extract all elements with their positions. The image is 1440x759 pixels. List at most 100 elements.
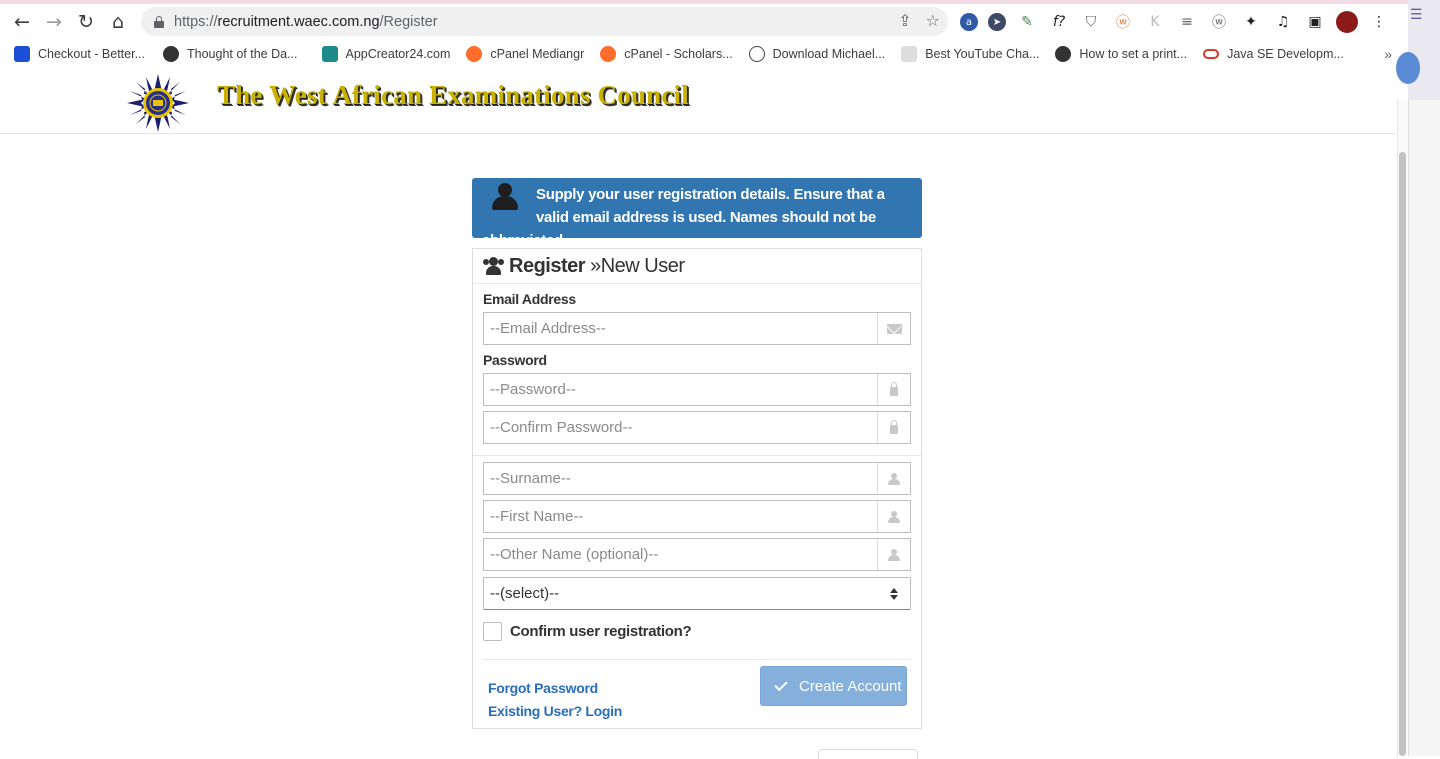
confirm-checkbox[interactable] bbox=[483, 622, 502, 641]
extension-wp-orange-icon[interactable]: ⓦ bbox=[1112, 11, 1134, 33]
bookmark-item[interactable]: Thought of the Da... bbox=[163, 46, 298, 62]
panel-header: Register »New User bbox=[473, 249, 921, 284]
user-icon bbox=[888, 548, 900, 561]
side-panel-menu-icon[interactable]: ☰ bbox=[1410, 6, 1423, 23]
scrollbar-thumb[interactable] bbox=[1399, 152, 1406, 756]
other-name-addon bbox=[877, 539, 910, 570]
extension-lines-icon[interactable]: ≡ bbox=[1176, 11, 1198, 33]
notice-text: Supply your user registration details. E… bbox=[482, 186, 885, 249]
register-panel: Register »New User Email Address Passwor… bbox=[472, 248, 922, 729]
password-addon bbox=[877, 374, 910, 405]
other-name-field[interactable] bbox=[484, 539, 877, 570]
confirm-password-field-wrapper bbox=[483, 411, 911, 444]
email-label: Email Address bbox=[483, 291, 576, 307]
bookmark-item[interactable]: Checkout - Better... bbox=[14, 46, 145, 62]
footer-divider bbox=[483, 659, 911, 660]
extension-k-icon[interactable]: K bbox=[1144, 11, 1166, 33]
bookmark-item[interactable]: cPanel - Scholars... bbox=[600, 46, 733, 62]
side-panel bbox=[1408, 100, 1440, 756]
password-field-wrapper bbox=[483, 373, 911, 406]
extensions-bar: a ➤ ✎ f? ⛉ ⓦ K ≡ ⓦ ✦ ♫ ▣ ⋮ bbox=[960, 8, 1390, 36]
site-header: The West African Examinations Council bbox=[0, 72, 1395, 134]
confirm-label[interactable]: Confirm user registration? bbox=[510, 623, 692, 640]
lock-icon bbox=[890, 382, 898, 396]
extensions-puzzle-icon[interactable]: ✦ bbox=[1240, 11, 1262, 33]
registration-notice: Supply your user registration details. E… bbox=[472, 178, 922, 249]
extension-fx-icon[interactable]: f? bbox=[1048, 11, 1070, 33]
surname-field[interactable] bbox=[484, 463, 877, 494]
section-divider bbox=[473, 455, 921, 456]
existing-user-login-link[interactable]: Existing User? Login bbox=[488, 700, 622, 723]
share-icon[interactable]: ⇪ bbox=[898, 11, 911, 30]
forward-arrow-icon[interactable]: → bbox=[38, 6, 70, 38]
other-name-field-wrapper bbox=[483, 538, 911, 571]
bookmark-favicon bbox=[1203, 49, 1220, 59]
bookmark-star-icon[interactable]: ☆ bbox=[926, 11, 940, 30]
profile-avatar[interactable] bbox=[1336, 11, 1358, 33]
media-control-icon[interactable]: ♫ bbox=[1272, 11, 1294, 33]
bookmark-favicon bbox=[600, 46, 617, 62]
title-select[interactable]: --(select)-- bbox=[483, 577, 911, 610]
bookmarks-overflow-icon[interactable]: » bbox=[1384, 46, 1392, 62]
site-title: The West African Examinations Council bbox=[217, 80, 689, 110]
bookmarks-bar: Checkout - Better... Thought of the Da..… bbox=[0, 40, 1408, 68]
browser-menu-icon[interactable]: ⋮ bbox=[1368, 11, 1390, 33]
bookmark-item[interactable]: Java SE Developm... bbox=[1203, 47, 1344, 61]
side-panel-icon[interactable]: ▣ bbox=[1304, 11, 1326, 33]
waec-logo bbox=[127, 74, 189, 132]
user-silhouette-icon bbox=[490, 183, 522, 211]
select-value: --(select)-- bbox=[490, 585, 560, 602]
extension-a-icon[interactable]: a bbox=[960, 13, 978, 31]
bookmark-favicon bbox=[1055, 46, 1072, 62]
select-arrows-icon bbox=[890, 588, 898, 601]
surname-addon bbox=[877, 463, 910, 494]
bookmark-favicon bbox=[901, 46, 918, 62]
user-icon bbox=[888, 472, 900, 485]
bookmark-favicon bbox=[466, 46, 483, 62]
extension-pen-icon[interactable]: ✎ bbox=[1016, 11, 1038, 33]
url-text[interactable]: https://recruitment.waec.com.ng/Register bbox=[174, 14, 438, 30]
envelope-icon bbox=[886, 323, 902, 334]
lock-icon[interactable] bbox=[154, 15, 164, 28]
create-account-button[interactable]: Create Account bbox=[760, 666, 907, 706]
user-icon bbox=[888, 510, 900, 523]
first-name-addon bbox=[877, 501, 910, 532]
password-label: Password bbox=[483, 352, 547, 368]
reload-icon[interactable]: ↻ bbox=[70, 6, 102, 38]
extension-shield-icon[interactable]: ⛉ bbox=[1080, 11, 1102, 33]
register-form: Email Address Password --(select)-- bbox=[473, 291, 921, 660]
bookmark-item[interactable]: AppCreator24.com bbox=[321, 46, 450, 62]
confirm-password-field[interactable] bbox=[484, 412, 877, 443]
create-account-label: Create Account bbox=[799, 677, 902, 695]
side-panel-avatar[interactable] bbox=[1396, 52, 1420, 84]
email-field[interactable] bbox=[484, 313, 877, 344]
bookmark-item[interactable]: How to set a print... bbox=[1055, 46, 1187, 62]
confirm-password-addon bbox=[877, 412, 910, 443]
email-addon bbox=[877, 313, 910, 344]
browser-chrome: ← → ↻ ⌂ https://recruitment.waec.com.ng/… bbox=[0, 0, 1440, 72]
back-arrow-icon[interactable]: ← bbox=[6, 6, 38, 38]
panel-title: Register »New User bbox=[509, 254, 685, 277]
extension-cursor-icon[interactable]: ➤ bbox=[988, 13, 1006, 31]
account-links: Forgot Password Existing User? Login bbox=[488, 677, 622, 723]
first-name-field-wrapper bbox=[483, 500, 911, 533]
address-bar[interactable]: https://recruitment.waec.com.ng/Register… bbox=[141, 7, 948, 36]
home-icon[interactable]: ⌂ bbox=[102, 6, 134, 38]
bookmark-favicon bbox=[14, 46, 30, 62]
bookmark-item[interactable]: Best YouTube Cha... bbox=[901, 46, 1039, 62]
lock-icon bbox=[890, 420, 898, 434]
first-name-field[interactable] bbox=[484, 501, 877, 532]
check-icon bbox=[774, 677, 788, 692]
bookmark-favicon bbox=[748, 46, 765, 62]
extension-wordpress-icon[interactable]: ⓦ bbox=[1208, 11, 1230, 33]
users-icon bbox=[483, 257, 505, 275]
partial-button[interactable] bbox=[818, 749, 918, 759]
confirm-row: Confirm user registration? bbox=[483, 622, 911, 641]
bookmark-favicon bbox=[321, 46, 338, 62]
bookmark-item[interactable]: cPanel Mediangr bbox=[466, 46, 584, 62]
surname-field-wrapper bbox=[483, 462, 911, 495]
password-field[interactable] bbox=[484, 374, 877, 405]
bookmark-favicon bbox=[163, 46, 179, 62]
bookmark-item[interactable]: Download Michael... bbox=[748, 46, 885, 62]
forgot-password-link[interactable]: Forgot Password bbox=[488, 677, 622, 700]
